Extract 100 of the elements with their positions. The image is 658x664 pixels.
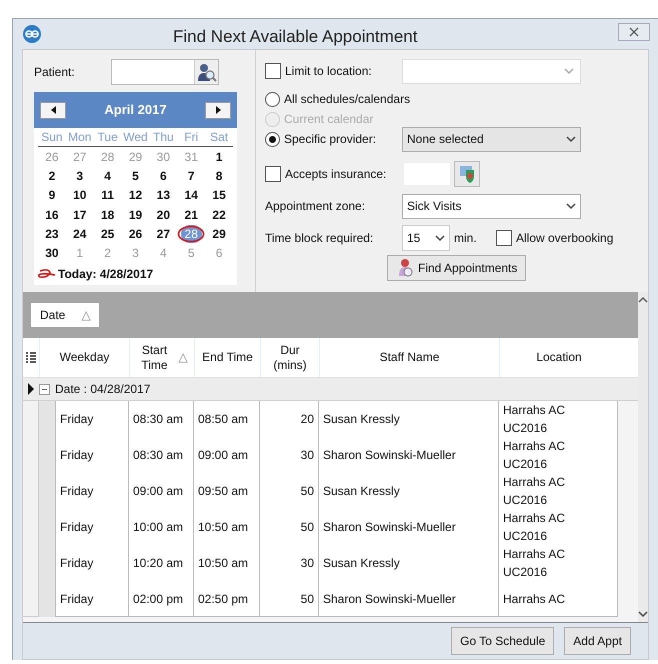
table-cell: 50: [260, 509, 319, 546]
person-magnifier-icon: [396, 258, 414, 278]
table-cell: 10:00 am: [129, 509, 194, 546]
calendar-day[interactable]: 14: [184, 186, 198, 204]
table-cell: Sharon Sowinski-Mueller: [319, 437, 499, 474]
table-cell: 08:30 am: [129, 437, 194, 474]
column-header[interactable]: Weekday: [39, 338, 129, 377]
calendar-day[interactable]: 11: [101, 186, 114, 204]
table-cell: 10:20 am: [129, 545, 194, 582]
calendar-day[interactable]: 18: [100, 206, 114, 224]
calendar-day[interactable]: 30: [45, 244, 59, 262]
chevron-down-icon: [566, 135, 576, 143]
column-header[interactable]: Location: [499, 338, 618, 377]
calendar-day[interactable]: 29: [212, 224, 226, 243]
calendar-day[interactable]: 26: [128, 224, 142, 243]
weekday-label: Mon: [67, 129, 92, 146]
table-cell: 10:50 am: [194, 509, 260, 546]
chevron-up-icon: [638, 296, 648, 304]
calendar-day[interactable]: 17: [73, 206, 86, 224]
left-arrow-icon: [50, 106, 56, 114]
table-cell: Harrahs AC UC2016: [499, 401, 618, 438]
table-cell: Friday: [56, 401, 129, 438]
calendar-day[interactable]: 20: [156, 206, 170, 224]
table-cell: Susan Kressly: [319, 545, 499, 582]
right-arrow-icon: [216, 106, 220, 114]
calendar-day[interactable]: 4: [104, 166, 111, 185]
table-cell: Friday: [56, 437, 129, 474]
table-cell: 50: [260, 581, 319, 617]
scribble-mark: [37, 268, 56, 280]
group-by-chip[interactable]: Date △: [31, 303, 100, 327]
calendar-day[interactable]: 24: [73, 224, 86, 243]
table-cell: 10:50 am: [194, 545, 260, 582]
checkbox[interactable]: [496, 230, 512, 246]
column-chooser-icon: [26, 352, 36, 363]
calendar-day[interactable]: 5: [132, 166, 139, 185]
checkbox[interactable]: [265, 166, 281, 182]
next-month-button[interactable]: [205, 102, 231, 118]
chevron-down-icon: [566, 202, 576, 210]
patient-field[interactable]: [111, 59, 219, 85]
radio-button[interactable]: [265, 132, 280, 146]
calendar-day[interactable]: 2: [48, 166, 56, 185]
calendar-day[interactable]: 9: [48, 186, 56, 204]
close-button[interactable]: [618, 23, 650, 41]
calendar-day[interactable]: 1: [216, 148, 222, 166]
table-cell: Friday: [56, 581, 129, 617]
group-row-label: Date : 04/28/2017: [55, 381, 150, 398]
calendar-day[interactable]: 3: [76, 166, 84, 185]
calendar-day[interactable]: 7: [188, 166, 195, 185]
calendar-day[interactable]: 21: [184, 206, 198, 224]
table-cell: 30: [260, 545, 319, 582]
table-cell: Harrahs AC UC2016: [499, 437, 618, 474]
table-cell: Friday: [56, 545, 129, 582]
calendar-day[interactable]: 12: [128, 186, 142, 204]
scrollbar[interactable]: [638, 292, 648, 622]
table-cell: Susan Kressly: [319, 401, 499, 438]
column-header[interactable]: Dur (mins): [260, 338, 319, 377]
calendar-day[interactable]: 19: [128, 206, 142, 224]
weekday-label: Sat: [209, 129, 230, 146]
weekday-label: Tue: [96, 129, 119, 146]
go-to-schedule-button[interactable]: Go To Schedule: [451, 627, 554, 655]
field-label: Time block required:: [265, 230, 374, 247]
table-cell: 50: [260, 473, 319, 510]
row-pointer-icon: [28, 383, 34, 395]
provider-dropdown[interactable]: None selected: [402, 126, 581, 152]
shield-cross-icon: [459, 164, 475, 184]
calendar-day[interactable]: 6: [160, 166, 167, 185]
weekday-label: Sun: [40, 129, 64, 146]
zone-dropdown[interactable]: Sick Visits: [402, 194, 581, 218]
table-cell: 30: [260, 437, 319, 474]
radio-button[interactable]: [265, 92, 280, 106]
table-cell: 09:50 am: [194, 473, 260, 510]
checkbox-label: Allow overbooking: [516, 230, 614, 247]
calendar-day[interactable]: 15: [212, 186, 226, 204]
collapse-toggle[interactable]: [39, 384, 50, 394]
calendar-day[interactable]: 22: [212, 206, 226, 224]
group-indent: [39, 581, 56, 617]
previous-month-button[interactable]: [40, 102, 66, 118]
today-label[interactable]: Today: 4/28/2017: [58, 264, 154, 283]
radio-label: Specific provider:: [284, 131, 378, 148]
patient-search-button[interactable]: [194, 60, 218, 84]
calendar-day[interactable]: 16: [45, 206, 59, 224]
calendar-day[interactable]: 10: [73, 186, 86, 204]
checkbox-label: Accepts insurance:: [285, 166, 386, 183]
add-appointment-button[interactable]: Add Appt: [564, 627, 631, 655]
time-block-dropdown[interactable]: 15: [402, 225, 450, 251]
find-appointments-button[interactable]: Find Appointments: [387, 255, 526, 281]
calendar-day[interactable]: 13: [156, 186, 170, 204]
table-cell: Harrahs AC UC2016: [499, 545, 618, 582]
checkbox-label: Limit to location:: [285, 63, 372, 80]
weekday-label: Fri: [183, 129, 200, 146]
column-header[interactable]: Staff Name: [319, 338, 499, 377]
close-icon: [629, 27, 639, 37]
calendar-day[interactable]: 8: [216, 166, 222, 185]
calendar-day[interactable]: 27: [156, 224, 170, 243]
calendar-day[interactable]: 25: [100, 224, 114, 243]
chevron-down-icon: [638, 610, 648, 618]
checkbox[interactable]: [265, 63, 281, 79]
insurance-button[interactable]: [454, 161, 480, 187]
column-header[interactable]: End Time: [194, 338, 260, 377]
calendar-day[interactable]: 23: [45, 224, 59, 243]
